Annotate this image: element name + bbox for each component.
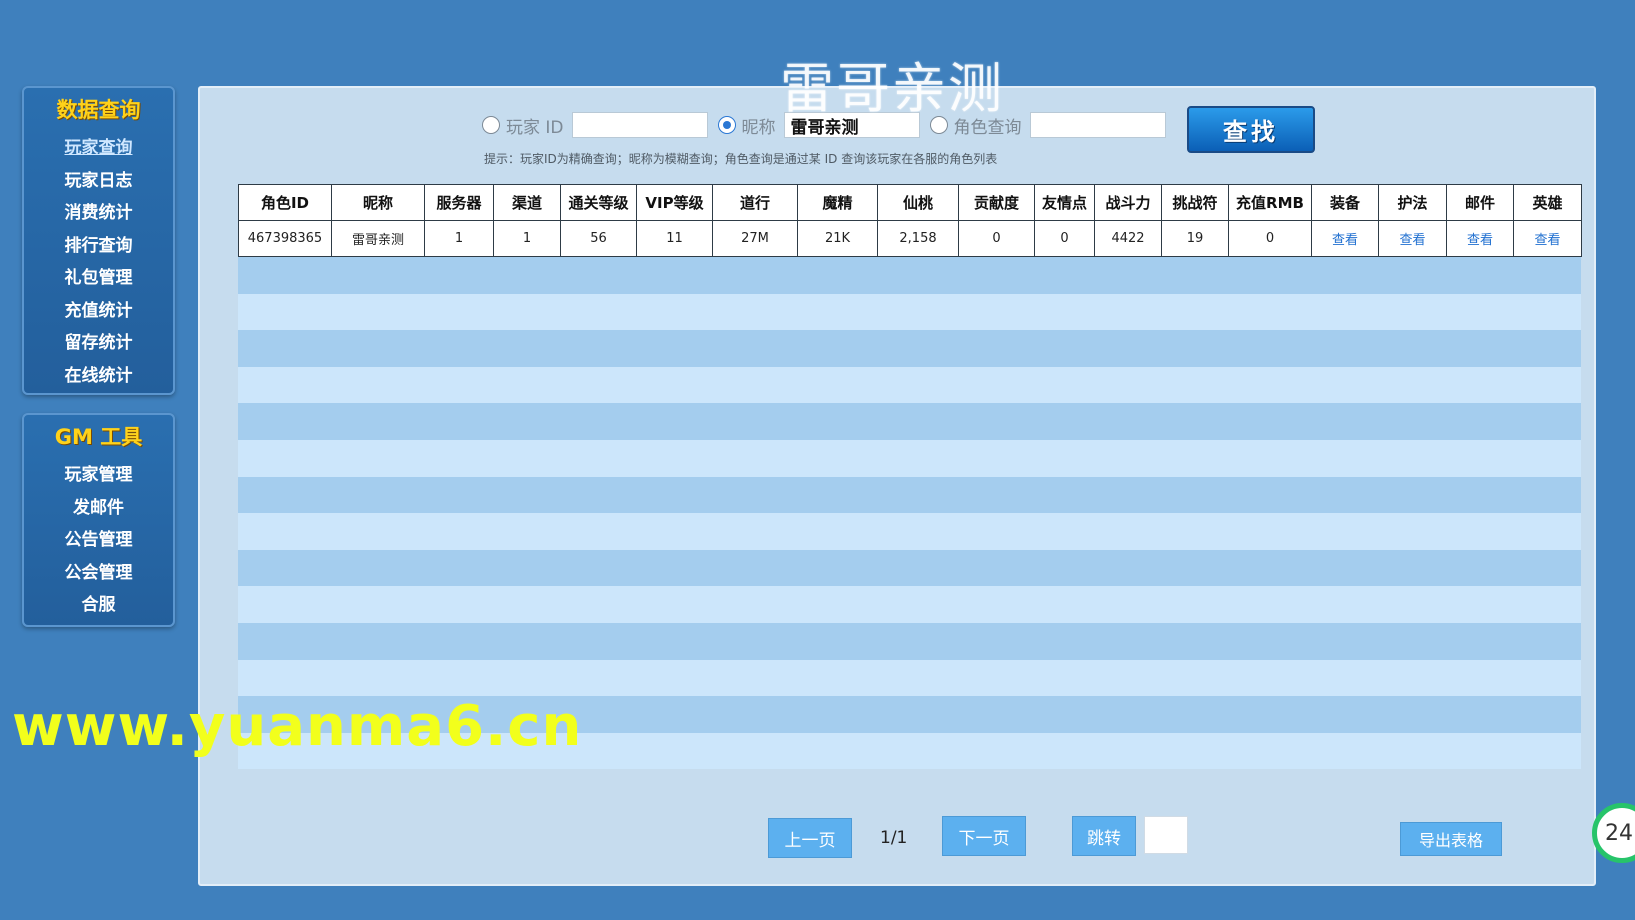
jump-page-input[interactable] (1144, 816, 1188, 854)
col-daoxing: 道行 (712, 184, 798, 221)
col-equipment: 装备 (1311, 184, 1379, 221)
player-id-radio[interactable] (482, 116, 500, 134)
col-challenge-token: 挑战符 (1161, 184, 1229, 221)
cell-mail: 查看 (1446, 220, 1514, 257)
col-server: 服务器 (424, 184, 494, 221)
jump-button[interactable]: 跳转 (1072, 816, 1136, 856)
cell-clear-level: 56 (560, 220, 637, 257)
col-recharge-rmb: 充值RMB (1228, 184, 1312, 221)
nickname-label: 昵称 (741, 117, 776, 138)
empty-row (238, 513, 1581, 550)
cell-role-id: 467398365 (238, 220, 332, 257)
sidebar-item-guild-management[interactable]: 公会管理 (24, 557, 173, 590)
cell-hero: 查看 (1513, 220, 1582, 257)
empty-row (238, 366, 1581, 404)
view-hero-link[interactable]: 查看 (1534, 233, 1560, 248)
table-header-row: 角色ID 昵称 服务器 渠道 通关等级 VIP等级 道行 魔精 仙桃 贡献度 友… (238, 184, 1582, 221)
empty-row (238, 330, 1581, 367)
sidebar-data-query: 数据查询 玩家查询 玩家日志 消费统计 排行查询 礼包管理 充值统计 留存统计 … (22, 86, 175, 395)
col-friendship: 友情点 (1034, 184, 1095, 221)
cell-nickname: 雷哥亲测 (331, 220, 425, 257)
player-id-input[interactable] (571, 112, 708, 138)
sidebar-item-gift-management[interactable]: 礼包管理 (24, 262, 173, 295)
view-guardian-link[interactable]: 查看 (1399, 233, 1425, 248)
cell-friendship: 0 (1034, 220, 1095, 257)
empty-row (238, 586, 1581, 623)
cell-vip-level: 11 (636, 220, 713, 257)
col-role-id: 角色ID (238, 184, 332, 221)
col-mail: 邮件 (1446, 184, 1514, 221)
sidebar-item-player-management[interactable]: 玩家管理 (24, 459, 173, 492)
results-table: 角色ID 昵称 服务器 渠道 通关等级 VIP等级 道行 魔精 仙桃 贡献度 友… (238, 184, 1582, 770)
col-clear-level: 通关等级 (560, 184, 637, 221)
empty-row (238, 622, 1581, 660)
empty-rows (238, 257, 1581, 770)
export-table-button[interactable]: 导出表格 (1400, 822, 1502, 856)
col-contribution: 贡献度 (958, 184, 1035, 221)
cell-server: 1 (424, 220, 494, 257)
empty-row (238, 403, 1581, 440)
view-mail-link[interactable]: 查看 (1467, 233, 1493, 248)
col-channel: 渠道 (493, 184, 561, 221)
cell-challenge-token: 19 (1161, 220, 1229, 257)
site-watermark: www.yuanma6.cn (12, 694, 583, 759)
cell-guardian: 查看 (1378, 220, 1447, 257)
main-panel: 玩家 ID 昵称 角色查询 查找 提示：玩家ID为精确查询；昵称为模糊查询；角色… (198, 86, 1596, 886)
prev-page-button[interactable]: 上一页 (768, 818, 852, 858)
col-guardian: 护法 (1378, 184, 1447, 221)
cell-xiantao: 2,158 (877, 220, 959, 257)
sidebar-gm-tools: GM 工具 玩家管理 发邮件 公告管理 公会管理 合服 (22, 413, 175, 627)
view-equipment-link[interactable]: 查看 (1332, 233, 1358, 248)
sidebar-item-retention-stats[interactable]: 留存统计 (24, 327, 173, 360)
sidebar-heading-data: 数据查询 (56, 98, 141, 122)
search-button[interactable]: 查找 (1187, 106, 1315, 153)
sidebar-item-online-stats[interactable]: 在线统计 (24, 360, 173, 393)
sidebar-item-player-query[interactable]: 玩家查询 (24, 132, 173, 165)
col-power: 战斗力 (1094, 184, 1162, 221)
cell-channel: 1 (493, 220, 561, 257)
sidebar-item-send-mail[interactable]: 发邮件 (24, 492, 173, 525)
cell-equipment: 查看 (1311, 220, 1379, 257)
cell-mojing: 21K (797, 220, 878, 257)
sidebar-item-consumption-stats[interactable]: 消费统计 (24, 197, 173, 230)
table-row: 467398365 雷哥亲测 1 1 56 11 27M 21K 2,158 0… (238, 220, 1582, 257)
player-id-label: 玩家 ID (506, 117, 564, 138)
col-mojing: 魔精 (797, 184, 878, 221)
empty-row (238, 257, 1581, 294)
next-page-button[interactable]: 下一页 (942, 816, 1026, 856)
sidebar-item-merge-servers[interactable]: 合服 (24, 589, 173, 622)
sidebar-item-recharge-stats[interactable]: 充值统计 (24, 295, 173, 328)
sidebar-item-announcement-management[interactable]: 公告管理 (24, 524, 173, 557)
nickname-radio[interactable] (717, 116, 736, 134)
search-hint: 提示：玩家ID为精确查询；昵称为模糊查询；角色查询是通过某 ID 查询该玩家在各… (484, 152, 998, 166)
sidebar-heading-gm: GM 工具 (54, 425, 143, 449)
role-query-input[interactable] (1029, 112, 1166, 138)
sidebar-item-player-log[interactable]: 玩家日志 (24, 165, 173, 198)
col-nickname: 昵称 (331, 184, 425, 221)
empty-row (238, 659, 1581, 697)
cell-power: 4422 (1094, 220, 1162, 257)
col-vip-level: VIP等级 (636, 184, 713, 221)
empty-row (238, 439, 1581, 477)
col-hero: 英雄 (1513, 184, 1582, 221)
empty-row (238, 476, 1581, 514)
empty-row (238, 293, 1581, 331)
page-info: 1/1 (880, 828, 908, 848)
overlay-title: 雷哥亲测 (780, 57, 1004, 120)
cell-recharge-rmb: 0 (1228, 220, 1312, 257)
cell-contribution: 0 (958, 220, 1035, 257)
floating-badge[interactable]: 24 (1592, 803, 1635, 863)
sidebar-item-ranking-query[interactable]: 排行查询 (24, 230, 173, 263)
cell-daoxing: 27M (712, 220, 798, 257)
col-xiantao: 仙桃 (877, 184, 959, 221)
empty-row (238, 549, 1581, 587)
